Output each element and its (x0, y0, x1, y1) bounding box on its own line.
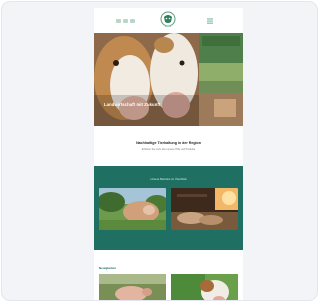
farm-card[interactable] (171, 188, 238, 230)
cow-farm-logo-icon[interactable] (160, 11, 176, 28)
news-section: Neuigkeiten (94, 250, 243, 300)
hero-banner[interactable]: Landwirtschaft mit Zukunft (94, 33, 243, 126)
pig-image (99, 274, 166, 300)
farm-card[interactable] (99, 188, 166, 230)
hamburger-menu-icon[interactable] (206, 17, 214, 25)
intro-subtitle: Erfahren Sie mehr über unsere Höfe und P… (141, 148, 196, 151)
language-switcher[interactable] (116, 19, 135, 23)
page-frame: Landwirtschaft mit Zukunft Nachhaltige T… (1, 1, 318, 301)
calf-image (171, 274, 238, 300)
intro-title: Nachhaltige Tierhaltung in der Region (136, 141, 201, 145)
intro-section: Nachhaltige Tierhaltung in der Region Er… (94, 126, 243, 166)
mobile-page: Landwirtschaft mit Zukunft Nachhaltige T… (94, 8, 243, 300)
news-card[interactable] (171, 274, 238, 300)
news-section-title: Neuigkeiten (99, 266, 117, 270)
barn-interior-image (171, 188, 238, 230)
language-option[interactable] (116, 19, 121, 23)
news-card[interactable] (99, 274, 166, 300)
hero-caption: Landwirtschaft mit Zukunft (104, 102, 161, 107)
farms-section-title: Unsere Betriebe im Überblick (150, 177, 187, 181)
farm-landscape-image (99, 188, 166, 230)
site-header (94, 8, 243, 33)
cows-hero-image (94, 33, 243, 126)
language-option[interactable] (130, 19, 135, 23)
farms-section: Unsere Betriebe im Überblick (94, 166, 243, 250)
language-option[interactable] (123, 19, 128, 23)
